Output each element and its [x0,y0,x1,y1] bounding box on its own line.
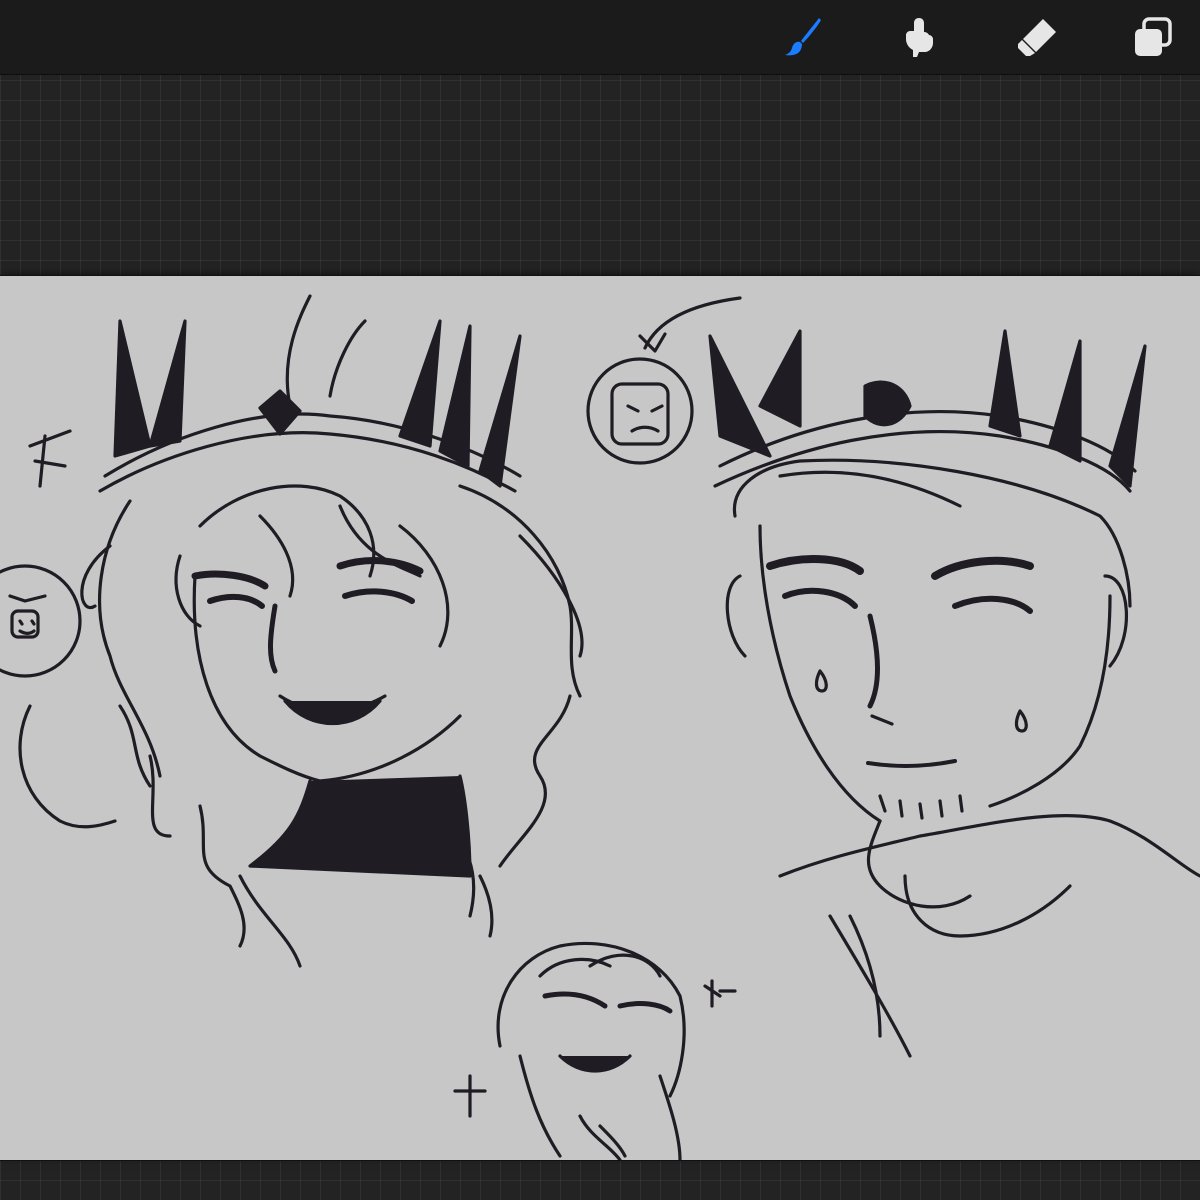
brush-tool-button[interactable] [778,12,828,62]
eraser-tool-button[interactable] [1012,12,1062,62]
drawing-app-window [0,0,1200,1200]
drawing-canvas[interactable] [0,276,1200,1160]
chibi-character-sketch [453,941,737,1160]
smudge-icon [906,18,933,57]
right-character-sketch [708,329,1200,1058]
smudge-tool-button[interactable] [894,12,944,62]
layers-icon [1135,17,1172,56]
layers-tool-button[interactable] [1128,12,1178,62]
left-character-sketch [0,294,584,968]
brush-icon [785,18,821,56]
sketch-drawing [0,294,1200,1160]
top-toolbar [0,0,1200,75]
eraser-icon [1018,19,1056,56]
bottom-grid-area [0,1160,1200,1200]
